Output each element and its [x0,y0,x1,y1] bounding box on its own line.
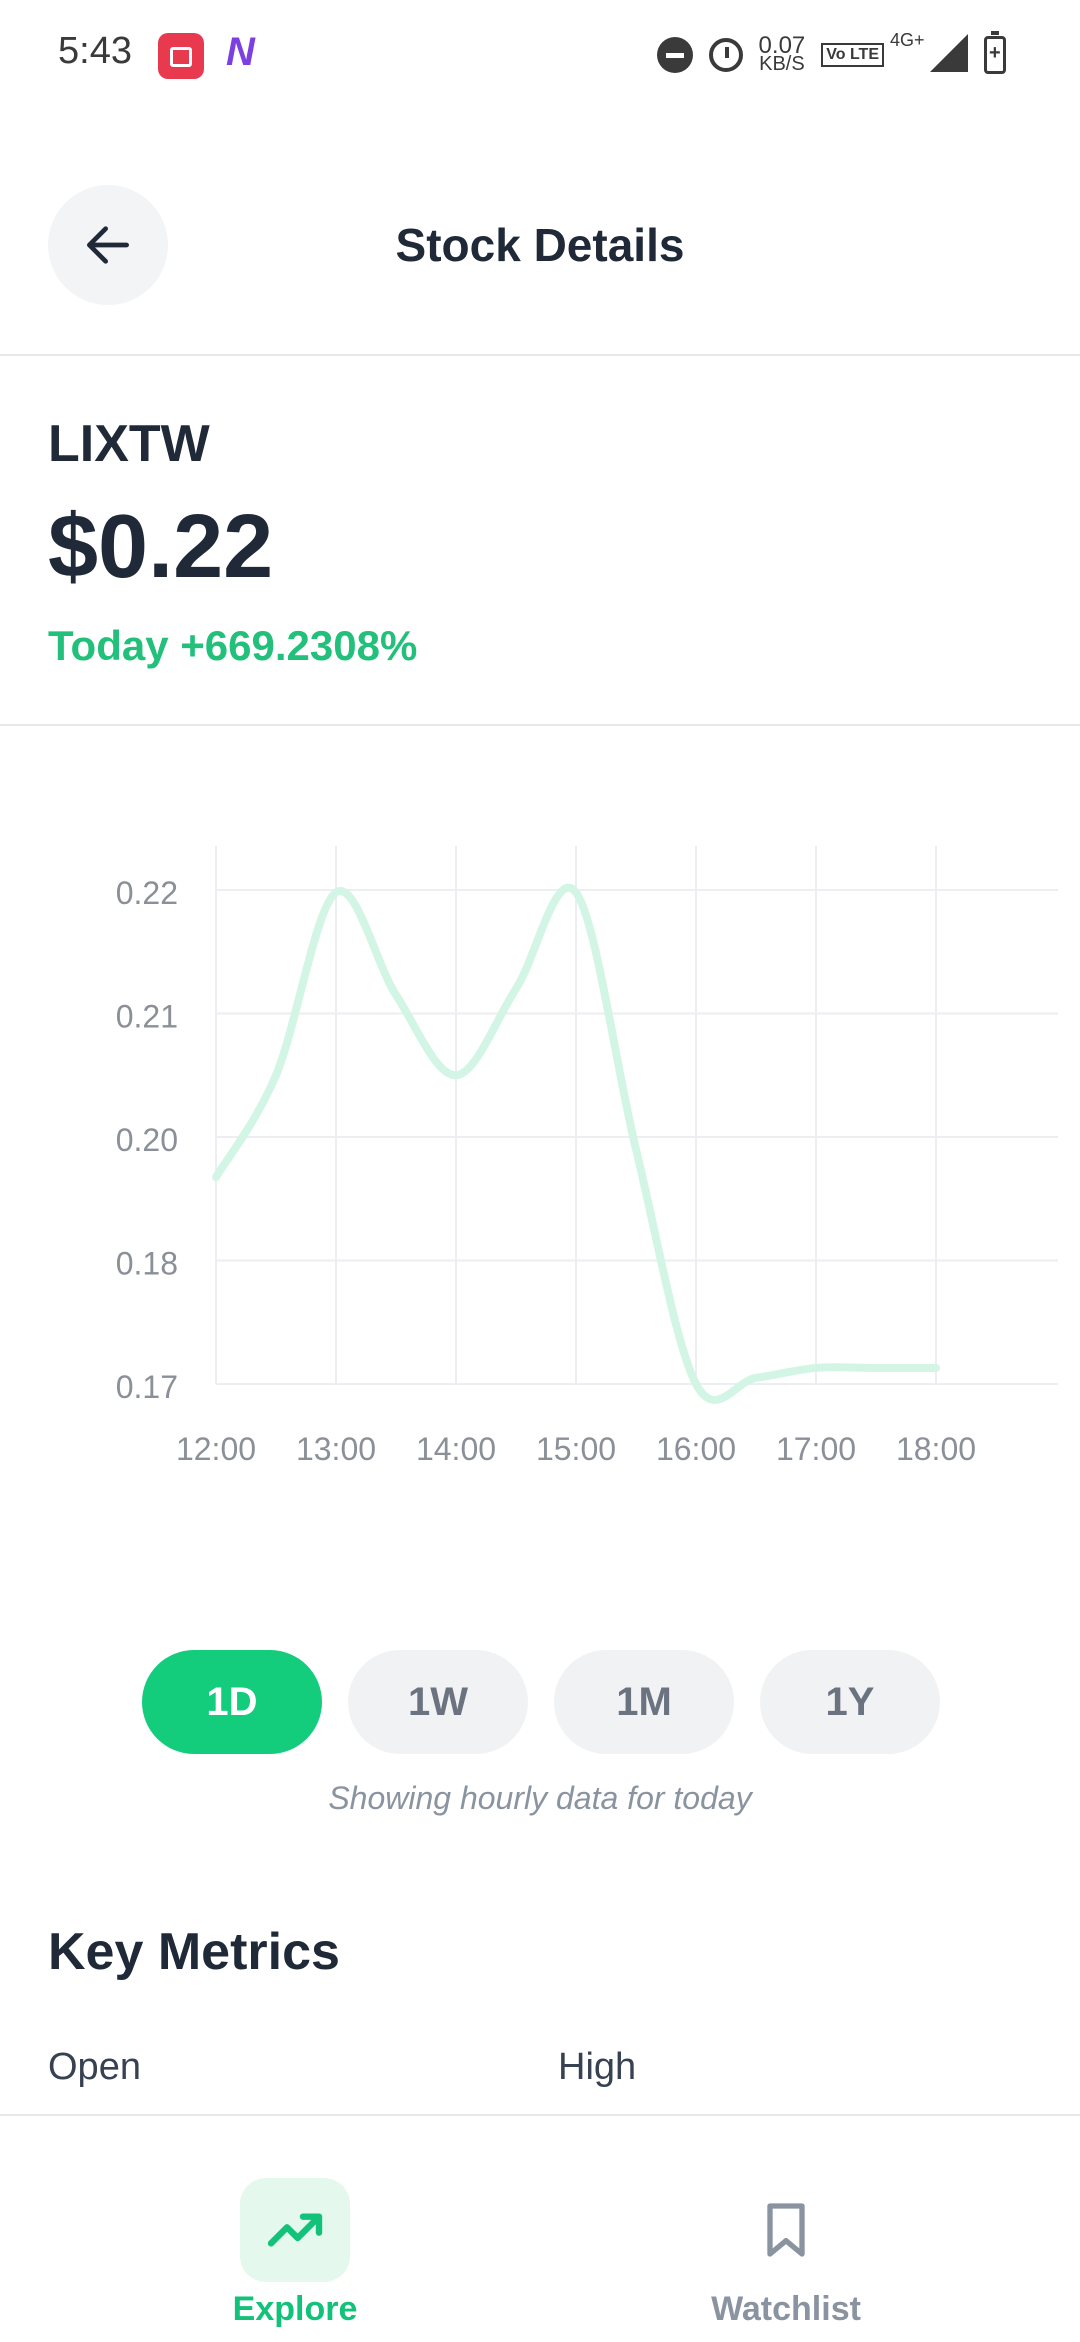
status-time: 5:43 [58,30,132,72]
y-tick-label: 0.18 [116,1246,178,1282]
app-notification-icon: N [226,30,255,74]
x-tick-label: 15:00 [536,1431,616,1467]
range-1m-button[interactable]: 1M [554,1650,734,1754]
price-chart-svg: 0.22 0.21 0.20 0.18 0.17 12:00 13:00 14:00 15:00… [116,846,1058,1467]
x-tick-label: 12:00 [176,1431,256,1467]
do-not-disturb-icon [656,37,693,73]
screen-recorder-icon [158,33,204,79]
battery-charging-icon [984,31,1006,74]
alarm-icon [708,38,743,72]
range-selector: 1D 1W 1M 1Y [142,1650,940,1754]
nav-explore-label: Explore [232,2290,358,2328]
x-tick-label: 16:00 [656,1431,736,1467]
metric-high-label: High [558,2046,637,2088]
nav-watchlist[interactable]: Watchlist [636,2178,936,2329]
range-1w-button[interactable]: 1W [348,1650,528,1754]
metric-open-label: Open [48,2046,141,2088]
trending-up-icon [267,2213,323,2247]
signal-icon [930,33,968,72]
bookmark-icon [767,2203,805,2257]
range-1d-button[interactable]: 1D [142,1650,322,1754]
network-type: 4G+ [890,29,925,50]
x-tick-label: 14:00 [416,1431,496,1467]
volte-icon: Vo LTE [821,43,884,67]
status-bar: 5:43 N 0.07 KB/S Vo LTE 4G+ [0,0,1080,110]
x-tick-label: 13:00 [296,1431,376,1467]
stock-price: $0.22 [48,497,274,597]
stock-change: Today +669.2308% [48,622,418,669]
page-title: Stock Details [395,219,685,271]
network-speed-unit: KB/S [759,53,805,75]
y-tick-label: 0.22 [116,875,178,911]
x-tick-label: 18:00 [896,1431,976,1467]
nav-watchlist-label: Watchlist [711,2290,861,2328]
x-tick-label: 17:00 [776,1431,856,1467]
network-speed: 0.07 KB/S [759,34,806,75]
price-chart: 0.22 0.21 0.20 0.18 0.17 12:00 13:00 14:00 15:00… [0,726,1080,1546]
nav-explore[interactable]: Explore [145,2178,445,2329]
y-tick-label: 0.17 [116,1369,178,1405]
y-tick-label: 0.21 [116,999,178,1035]
app-header: Stock Details [0,110,1080,356]
status-icons: 0.07 KB/S Vo LTE 4G+ [656,29,1006,80]
range-note: Showing hourly data for today [328,1780,752,1816]
range-1y-button[interactable]: 1Y [760,1650,940,1754]
y-tick-label: 0.20 [116,1122,178,1158]
nav-explore-icon-box [240,2178,350,2282]
stock-ticker: LIXTW [48,415,210,473]
key-metrics-title: Key Metrics [48,1923,340,1981]
bottom-navigation: Explore Watchlist [0,2114,1080,2342]
stock-summary: LIXTW $0.22 Today +669.2308% [0,356,1080,726]
nav-watchlist-icon-box [731,2178,841,2282]
